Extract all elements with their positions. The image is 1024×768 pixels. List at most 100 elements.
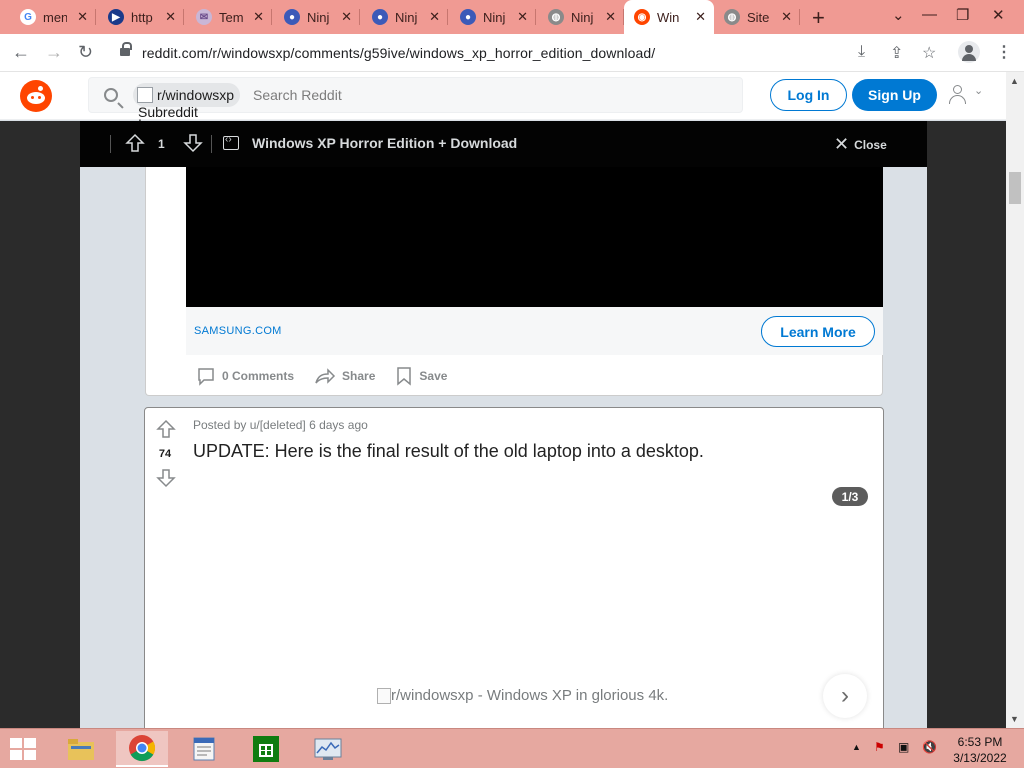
- post-card[interactable]: 74 Posted by u/[deleted] 6 days ago UPDA…: [144, 407, 884, 737]
- browser-tab[interactable]: Gmen ✕: [10, 0, 96, 34]
- tray-overflow-icon[interactable]: ▲: [852, 742, 861, 752]
- share-arrow-icon: [315, 368, 336, 384]
- back-icon[interactable]: ←: [12, 42, 30, 63]
- save-label: Save: [419, 369, 448, 383]
- action-center-icon[interactable]: ⚑: [874, 740, 885, 754]
- gallery-next-button[interactable]: ›: [823, 674, 867, 718]
- tab-close-icon[interactable]: ✕: [77, 9, 88, 25]
- tab-label: Win: [657, 9, 680, 25]
- gallery-counter-badge: 1/3: [832, 487, 868, 506]
- taskbar-wordpad[interactable]: [178, 731, 230, 767]
- scroll-up-arrow-icon[interactable]: ▲: [1010, 76, 1019, 86]
- browser-toolbar: ← → ↻ reddit.com/r/windowsxp/comments/g5…: [0, 34, 1024, 72]
- ad-video[interactable]: [186, 167, 883, 307]
- bookmark-star-icon[interactable]: ☆: [922, 43, 936, 63]
- close-window-button[interactable]: ✕: [992, 6, 1005, 24]
- document-icon: [193, 737, 215, 761]
- monitor-chart-icon: [314, 738, 342, 760]
- tab-close-icon[interactable]: ✕: [341, 9, 352, 25]
- volume-muted-icon[interactable]: 🔇: [922, 740, 937, 754]
- menu-kebab-icon[interactable]: ⋮: [996, 42, 1012, 62]
- tab-favicon-icon: ●: [460, 9, 476, 25]
- tab-close-icon[interactable]: ✕: [695, 9, 706, 25]
- close-label: Close: [854, 137, 887, 152]
- tab-favicon-icon: ▶: [108, 9, 124, 25]
- bookmark-icon: [397, 367, 412, 386]
- restore-button[interactable]: ❐: [956, 6, 969, 24]
- reload-icon[interactable]: ↻: [78, 42, 93, 63]
- close-overlay-button[interactable]: ✕ Close: [834, 134, 887, 155]
- broken-image-icon: [377, 687, 391, 704]
- taskbar-store[interactable]: [240, 731, 292, 767]
- tab-close-icon[interactable]: ✕: [429, 9, 440, 25]
- network-icon[interactable]: ▣: [898, 740, 909, 754]
- tab-close-icon[interactable]: ✕: [605, 9, 616, 25]
- downvote-icon[interactable]: [156, 468, 176, 488]
- tab-close-icon[interactable]: ✕: [517, 9, 528, 25]
- system-clock[interactable]: 6:53 PM 3/13/2022: [950, 734, 1010, 766]
- comments-button[interactable]: 0 Comments: [196, 366, 294, 386]
- browser-tab[interactable]: ● Ninj ✕: [274, 0, 360, 34]
- browser-tab[interactable]: ◍ Site ✕: [714, 0, 800, 34]
- taskbar-performance-monitor[interactable]: [302, 731, 354, 767]
- forward-icon[interactable]: →: [45, 42, 63, 63]
- tab-label: Ninj: [307, 9, 330, 25]
- login-button[interactable]: Log In: [770, 79, 847, 111]
- browser-tab[interactable]: ◍ Ninj ✕: [538, 0, 624, 34]
- tab-favicon-icon: ◉: [634, 9, 650, 25]
- tab-label: men: [43, 9, 67, 25]
- close-icon: ✕: [834, 134, 850, 154]
- page-scrollbar[interactable]: ▲ ▼: [1006, 72, 1024, 728]
- tab-favicon-icon: ◍: [724, 9, 740, 25]
- scroll-down-arrow-icon[interactable]: ▼: [1010, 714, 1019, 724]
- post-title[interactable]: UPDATE: Here is the final result of the …: [193, 441, 704, 462]
- search-icon: [104, 88, 118, 102]
- chevron-down-icon: ⌄: [974, 85, 984, 97]
- user-menu-dropdown[interactable]: ⌄: [948, 84, 990, 108]
- tab-label: Ninj: [395, 9, 418, 25]
- post-overlay-bar: 1 Windows XP Horror Edition + Download ✕…: [80, 121, 927, 167]
- tab-close-icon[interactable]: ✕: [253, 9, 264, 25]
- save-button[interactable]: Save: [395, 366, 447, 386]
- tab-label: http: [131, 9, 153, 25]
- browser-tab[interactable]: ◉ Win ✕: [624, 0, 714, 34]
- start-button-windows-icon[interactable]: [10, 738, 38, 762]
- minimize-button[interactable]: —: [922, 6, 937, 23]
- share-button[interactable]: Share: [314, 366, 375, 386]
- store-icon: [253, 736, 279, 762]
- learn-more-button[interactable]: Learn More: [761, 316, 875, 347]
- gallery-image[interactable]: r/windowsxp - Windows XP in glorious 4k.: [377, 687, 668, 704]
- taskbar-file-explorer[interactable]: [55, 731, 107, 767]
- upvote-icon[interactable]: [156, 419, 176, 439]
- browser-tab[interactable]: ✉ Tem ✕: [186, 0, 272, 34]
- upvote-icon[interactable]: [125, 133, 145, 153]
- new-tab-button[interactable]: +: [812, 5, 825, 31]
- scrollbar-thumb[interactable]: [1009, 172, 1021, 204]
- tab-label: Tem: [219, 9, 243, 25]
- vote-score: 74: [158, 448, 172, 460]
- tab-close-icon[interactable]: ✕: [165, 9, 176, 25]
- browser-tab[interactable]: ● Ninj ✕: [362, 0, 448, 34]
- tab-label: Site: [747, 9, 770, 25]
- gallery-image-alt-text: r/windowsxp - Windows XP in glorious 4k.: [391, 687, 669, 704]
- tab-close-icon[interactable]: ✕: [781, 9, 792, 25]
- subreddit-chip-label: r/windowsxp: [157, 87, 235, 103]
- chrome-icon: [129, 735, 156, 762]
- profile-avatar-icon[interactable]: [958, 41, 980, 63]
- taskbar-chrome[interactable]: [116, 731, 168, 767]
- promoted-post-card: SAMSUNG.COM Learn More 0 Comments Share …: [145, 167, 883, 396]
- address-bar[interactable]: reddit.com/r/windowsxp/comments/g59ive/w…: [110, 38, 948, 68]
- broken-image-icon: [137, 87, 153, 103]
- windows-taskbar: ▲ ⚑ ▣ 🔇 6:53 PM 3/13/2022: [0, 728, 1024, 768]
- user-icon: [953, 85, 962, 94]
- browser-tab[interactable]: ● Ninj ✕: [450, 0, 536, 34]
- install-icon[interactable]: ⤓: [858, 43, 865, 61]
- signup-button[interactable]: Sign Up: [852, 79, 937, 111]
- reddit-logo-icon[interactable]: [20, 80, 52, 112]
- ad-domain-link[interactable]: SAMSUNG.COM: [194, 325, 282, 337]
- share-icon[interactable]: ⇪: [890, 43, 903, 63]
- browser-tab[interactable]: ▶ http ✕: [98, 0, 184, 34]
- tab-search-icon[interactable]: ⌄: [892, 6, 905, 24]
- share-label: Share: [342, 369, 376, 383]
- downvote-icon[interactable]: [183, 133, 203, 153]
